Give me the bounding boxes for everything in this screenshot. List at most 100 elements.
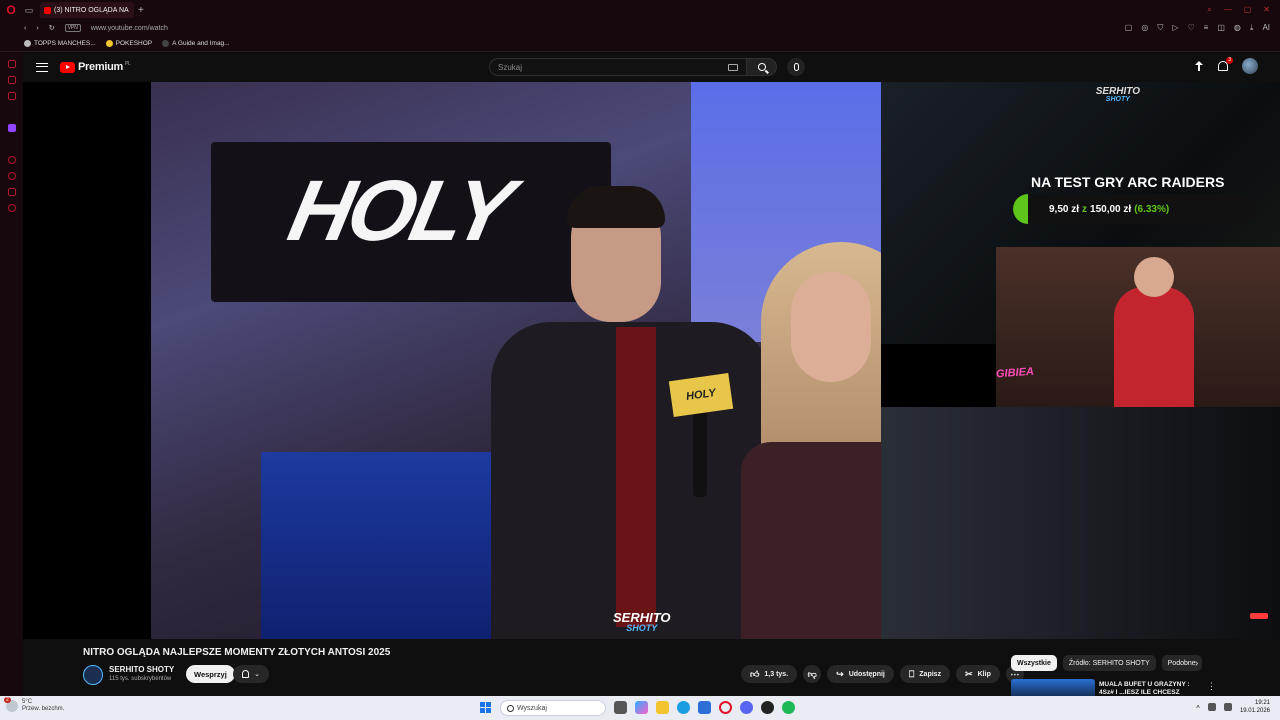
keyboard-icon[interactable] xyxy=(728,64,738,71)
more-icon[interactable]: ⋮ xyxy=(1207,681,1216,692)
heart-icon[interactable]: ♡ xyxy=(1188,23,1195,33)
clock[interactable]: 19:21 19.01.2026 xyxy=(1240,699,1270,715)
download-icon[interactable]: ⤓ xyxy=(1250,23,1254,33)
clip-label: Klip xyxy=(977,670,991,678)
chat-icon[interactable]: ◫ xyxy=(1217,23,1225,33)
chip-source[interactable]: Źródło: SERHITO SHOTY xyxy=(1062,655,1156,671)
notification-badge: 3 xyxy=(1226,57,1233,64)
recommended-thumbnail[interactable] xyxy=(1011,679,1095,696)
reload-icon[interactable]: ↻ xyxy=(49,24,55,32)
minimize-icon[interactable]: — xyxy=(1224,5,1232,15)
task-view-icon[interactable] xyxy=(614,701,627,714)
youtube-header: Premium PL Szukaj 3 xyxy=(23,52,1280,82)
ai-button[interactable]: AI xyxy=(1262,23,1270,33)
clock-icon[interactable] xyxy=(7,172,16,180)
opera-taskbar-icon[interactable] xyxy=(719,701,732,714)
menu-icon[interactable]: ≡ xyxy=(1204,23,1209,33)
system-tray: ˄ 19:21 19.01.2026 xyxy=(1196,699,1270,715)
player-icon[interactable]: ▷ xyxy=(1172,23,1178,33)
volume-icon[interactable] xyxy=(1223,703,1232,711)
channel-name[interactable]: SERHITO SHOTY xyxy=(109,665,174,674)
support-button[interactable]: Wesprzyj xyxy=(186,665,235,683)
channel-avatar[interactable] xyxy=(83,665,103,685)
camera-icon[interactable]: ◎ xyxy=(1141,23,1148,33)
snapshot-icon[interactable]: ▢ xyxy=(1125,23,1133,33)
weather-temp: 5°C xyxy=(22,699,33,705)
bell-icon xyxy=(242,670,250,678)
copilot-icon[interactable] xyxy=(635,701,648,714)
tray-chevron-icon[interactable]: ˄ xyxy=(1196,704,1200,711)
chevron-right-icon[interactable]: › xyxy=(1195,658,1198,669)
video-player[interactable]: HOLY HOLY SERHITO SHOTY SERHITO SHOTY NA… xyxy=(23,82,1280,639)
start-button[interactable] xyxy=(480,702,491,713)
donation-goal-title: NA TEST GRY ARC RAIDERS xyxy=(1031,174,1225,190)
discord-icon[interactable] xyxy=(740,701,753,714)
donation-goal-fill xyxy=(1013,194,1029,224)
maximize-icon[interactable]: ▢ xyxy=(1244,5,1252,15)
avatar[interactable] xyxy=(1242,58,1258,74)
history-icon[interactable] xyxy=(7,156,16,164)
url-field[interactable]: www.youtube.com/watch xyxy=(91,25,168,32)
like-button[interactable]: 👍︎ 1,3 tys. xyxy=(741,665,798,683)
hamburger-menu-icon[interactable] xyxy=(36,62,48,72)
save-button[interactable]: ⎕ Zapisz xyxy=(899,665,951,683)
right-scene xyxy=(881,407,1280,639)
file-explorer-icon[interactable] xyxy=(656,701,669,714)
chip-all[interactable]: Wszystkie xyxy=(1011,655,1057,671)
vpn-badge[interactable]: VPN xyxy=(64,24,81,32)
logo-text: Premium xyxy=(78,61,123,73)
opera-logo-icon[interactable]: O xyxy=(0,0,22,20)
store-icon[interactable] xyxy=(698,701,711,714)
scissors-icon: ✂ xyxy=(965,668,973,679)
clock-date: 19.01.2026 xyxy=(1239,708,1270,714)
home-icon[interactable] xyxy=(7,60,16,68)
taskbar-search[interactable]: Wyszukaj xyxy=(500,700,606,716)
bookmark-item[interactable]: A Guide and Imag... xyxy=(162,40,230,47)
youtube-logo[interactable]: Premium PL xyxy=(60,61,131,73)
active-tab[interactable]: (3) NITRO OGLĄDA NA xyxy=(40,2,134,18)
forward-icon[interactable]: › xyxy=(36,25,38,32)
video-frame: HOLY HOLY SERHITO SHOTY xyxy=(151,82,881,639)
network-icon[interactable] xyxy=(1207,703,1216,711)
player-sidebar-icon[interactable] xyxy=(7,188,16,196)
subscription-bell-button[interactable]: ⌄ xyxy=(233,665,269,683)
bookmark-item[interactable]: TOPPS MANCHES... xyxy=(24,40,96,47)
share-button[interactable]: ↪ Udostępnij xyxy=(827,665,894,683)
bookmark-item[interactable]: POKESHOP xyxy=(105,40,152,47)
browser-tab-bar: O ▭ (3) NITRO OGLĄDA NA + ⌕ — ▢ ✕ xyxy=(0,0,1280,20)
twitch-icon[interactable] xyxy=(7,124,16,132)
spotify-icon[interactable] xyxy=(782,701,795,714)
tab-strip-icon[interactable]: ▭ xyxy=(22,0,36,20)
back-icon[interactable]: ‹ xyxy=(24,25,26,32)
search-input[interactable]: Szukaj xyxy=(489,58,747,76)
address-bar: ‹ › ↻ VPN www.youtube.com/watch ▢ ◎ ⛉ ▷ … xyxy=(0,20,1280,36)
donation-goal-bar: 9,50 zł z 150,00 zł (6.33%) xyxy=(1013,194,1257,224)
create-icon[interactable] xyxy=(1194,60,1204,72)
browser-sidebar xyxy=(0,52,23,696)
tab-title: (3) NITRO OGLĄDA NA xyxy=(54,6,129,14)
dislike-button[interactable]: 👎︎ xyxy=(803,665,822,683)
search-bar: Szukaj xyxy=(489,58,805,76)
settings-icon[interactable] xyxy=(7,204,16,212)
edge-icon[interactable] xyxy=(677,701,690,714)
clip-button[interactable]: ✂ Klip xyxy=(956,665,1000,683)
notifications-icon[interactable]: 3 xyxy=(1218,57,1233,71)
microphone-prop xyxy=(693,407,707,497)
shield-icon[interactable]: ⛉ xyxy=(1157,23,1163,33)
weather-widget[interactable]: 2 5°C Przew. bezchm. xyxy=(4,697,64,713)
account-icon[interactable]: ◍ xyxy=(1234,23,1241,33)
search-tabs-icon[interactable]: ⌕ xyxy=(1207,5,1211,15)
recommended-title[interactable]: MUALA BUFET U GRAŻYNY : 4Sz# I ...IESZ I… xyxy=(1099,681,1191,696)
share-label: Udostępnij xyxy=(848,670,885,678)
new-tab-icon[interactable]: + xyxy=(138,5,144,16)
instagram-icon[interactable] xyxy=(7,92,16,100)
game-app-icon[interactable] xyxy=(761,701,774,714)
search-button[interactable] xyxy=(747,58,777,76)
bookmark-icon xyxy=(24,40,31,47)
bookmarks-bar: TOPPS MANCHES... POKESHOP A Guide and Im… xyxy=(0,36,1280,52)
close-icon[interactable]: ✕ xyxy=(1263,5,1270,15)
voice-search-button[interactable] xyxy=(787,58,805,76)
bookmark-label: A Guide and Imag... xyxy=(172,40,230,47)
bookmark-icon: ⎕ xyxy=(908,668,915,679)
messenger-icon[interactable] xyxy=(7,76,16,84)
